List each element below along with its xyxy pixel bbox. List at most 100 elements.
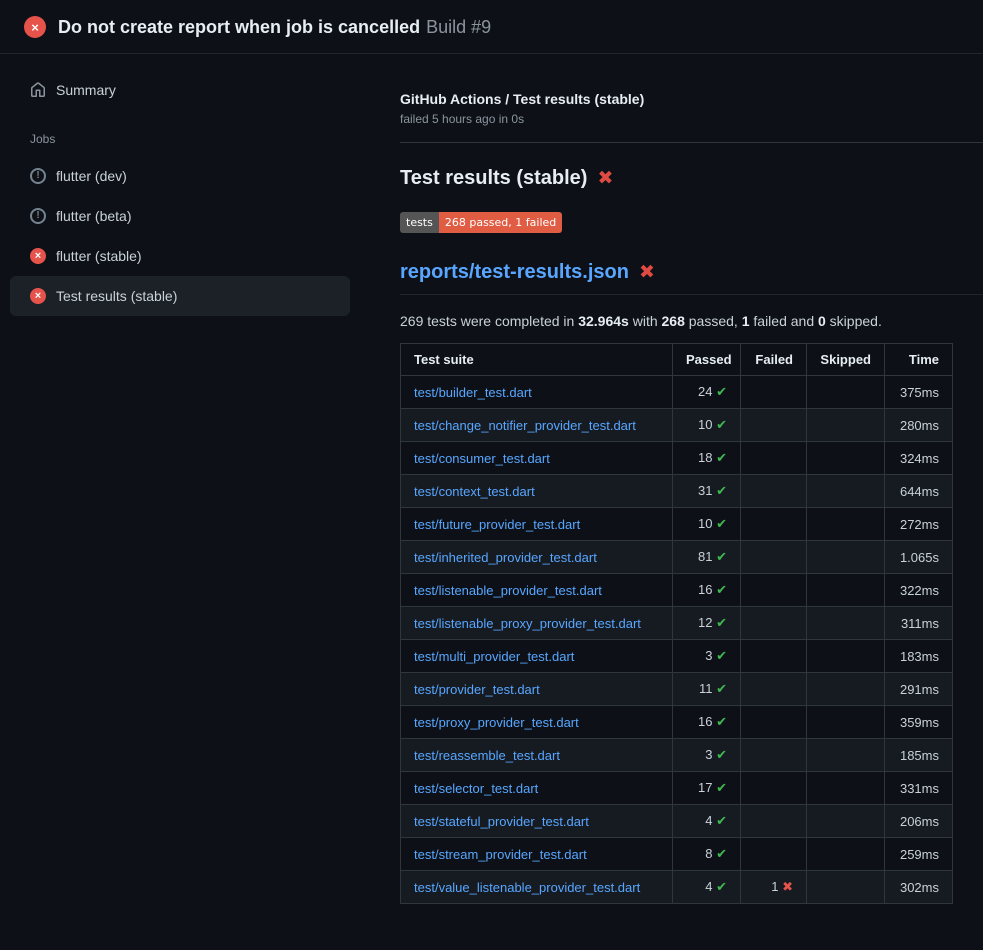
table-row: test/stream_provider_test.dart 8 ✔ 259ms <box>401 838 953 871</box>
test-suite-link[interactable]: test/stateful_provider_test.dart <box>414 814 589 829</box>
check-icon: ✔ <box>716 582 727 597</box>
main-content: GitHub Actions / Test results (stable) f… <box>360 54 983 904</box>
skipped-cell <box>807 706 885 739</box>
check-icon: ✔ <box>716 417 727 432</box>
time-cell: 322ms <box>885 574 953 607</box>
table-row: test/multi_provider_test.dart3 ✔183ms <box>401 640 953 673</box>
skipped-cell <box>807 838 885 871</box>
section-heading: Test results (stable) ✖ <box>400 167 983 190</box>
skipped-cell <box>807 673 885 706</box>
test-suite-link[interactable]: test/inherited_provider_test.dart <box>414 550 597 565</box>
section-heading-text: Test results (stable) <box>400 167 587 190</box>
check-icon: ✔ <box>716 648 727 663</box>
table-row: test/consumer_test.dart18 ✔324ms <box>401 442 953 475</box>
column-header-skipped: Skipped <box>807 344 885 376</box>
time-cell: 280ms <box>885 409 953 442</box>
passed-count: 18 <box>698 450 712 465</box>
passed-count: 11 <box>699 681 713 696</box>
sidebar-item-flutter-stable[interactable]: ×flutter (stable) <box>10 236 350 276</box>
alert-circle-icon: ! <box>30 208 46 224</box>
summary-skipped-count: 0 <box>818 313 826 329</box>
check-icon: ✔ <box>716 681 727 696</box>
failed-cell <box>741 772 807 805</box>
passed-cell: 12 ✔ <box>673 607 741 640</box>
table-row: test/selector_test.dart17 ✔331ms <box>401 772 953 805</box>
table-row: test/change_notifier_provider_test.dart 1… <box>401 409 953 442</box>
time-cell: 311ms <box>885 607 953 640</box>
check-icon: ✔ <box>716 384 727 399</box>
passed-cell: 24 ✔ <box>673 376 741 409</box>
failed-cell <box>741 805 807 838</box>
test-suite-link[interactable]: test/consumer_test.dart <box>414 451 550 466</box>
skipped-cell <box>807 409 885 442</box>
test-suite-link[interactable]: test/provider_test.dart <box>414 682 540 697</box>
sidebar-item-test-results-stable[interactable]: ×Test results (stable) <box>10 276 350 316</box>
table-header-row: Test suite Passed Failed Skipped Time <box>401 344 953 376</box>
passed-count: 10 <box>698 417 712 432</box>
test-suite-link[interactable]: test/reassemble_test.dart <box>414 748 560 763</box>
sidebar-item-flutter-dev[interactable]: !flutter (dev) <box>10 156 350 196</box>
passed-cell: 8 ✔ <box>673 838 741 871</box>
test-suite-cell: test/future_provider_test.dart <box>401 508 673 541</box>
test-suite-link[interactable]: test/context_test.dart <box>414 484 535 499</box>
time-cell: 259ms <box>885 838 953 871</box>
sidebar-item-label: flutter (dev) <box>56 168 127 184</box>
test-suite-link[interactable]: test/proxy_provider_test.dart <box>414 715 579 730</box>
column-header-passed: Passed <box>673 344 741 376</box>
run-title-text: Do not create report when job is cancell… <box>58 17 420 37</box>
test-suite-link[interactable]: test/selector_test.dart <box>414 781 538 796</box>
report-file-link[interactable]: reports/test-results.json <box>400 261 629 284</box>
table-row: test/proxy_provider_test.dart16 ✔359ms <box>401 706 953 739</box>
x-circle-icon: × <box>30 248 46 264</box>
jobs-list: !flutter (dev)!flutter (beta)×flutter (s… <box>10 156 350 316</box>
test-suite-link[interactable]: test/listenable_provider_test.dart <box>414 583 602 598</box>
x-circle-icon: × <box>30 288 46 304</box>
passed-cell: 3 ✔ <box>673 739 741 772</box>
passed-cell: 10 ✔ <box>673 409 741 442</box>
passed-count: 10 <box>698 516 712 531</box>
passed-count: 31 <box>698 483 712 498</box>
failed-cell <box>741 508 807 541</box>
check-icon: ✔ <box>716 450 727 465</box>
passed-count: 4 <box>705 879 712 894</box>
passed-count: 17 <box>698 780 712 795</box>
test-suite-cell: test/consumer_test.dart <box>401 442 673 475</box>
skipped-cell <box>807 541 885 574</box>
test-suite-cell: test/change_notifier_provider_test.dart <box>401 409 673 442</box>
test-suite-cell: test/provider_test.dart <box>401 673 673 706</box>
run-failed-x-circle-icon: × <box>24 16 46 38</box>
sidebar-item-flutter-beta[interactable]: !flutter (beta) <box>10 196 350 236</box>
sidebar-item-summary[interactable]: Summary <box>10 70 350 110</box>
passed-cell: 18 ✔ <box>673 442 741 475</box>
summary-text-part: skipped. <box>826 313 882 329</box>
test-suite-link[interactable]: test/stream_provider_test.dart <box>414 847 587 862</box>
test-suite-link[interactable]: test/listenable_proxy_provider_test.dart <box>414 616 641 631</box>
table-row: test/listenable_provider_test.dart16 ✔32… <box>401 574 953 607</box>
table-row: test/reassemble_test.dart3 ✔185ms <box>401 739 953 772</box>
test-suite-link[interactable]: test/builder_test.dart <box>414 385 532 400</box>
passed-cell: 4 ✔ <box>673 805 741 838</box>
skipped-cell <box>807 442 885 475</box>
results-table-body: test/builder_test.dart24 ✔375mstest/chan… <box>401 376 953 904</box>
sidebar: Summary Jobs !flutter (dev)!flutter (bet… <box>0 54 360 332</box>
test-suite-cell: test/proxy_provider_test.dart <box>401 706 673 739</box>
failed-cell <box>741 475 807 508</box>
test-suite-link[interactable]: test/multi_provider_test.dart <box>414 649 574 664</box>
test-suite-link[interactable]: test/future_provider_test.dart <box>414 517 580 532</box>
run-title: Do not create report when job is cancell… <box>58 17 491 38</box>
table-row: test/context_test.dart31 ✔644ms <box>401 475 953 508</box>
passed-cell: 81 ✔ <box>673 541 741 574</box>
test-suite-link[interactable]: test/change_notifier_provider_test.dart <box>414 418 636 433</box>
check-icon: ✔ <box>716 549 727 564</box>
test-suite-cell: test/inherited_provider_test.dart <box>401 541 673 574</box>
x-icon: ✖ <box>782 879 793 894</box>
test-suite-link[interactable]: test/value_listenable_provider_test.dart <box>414 880 640 895</box>
skipped-cell <box>807 376 885 409</box>
tests-badge: tests 268 passed, 1 failed <box>400 212 562 233</box>
test-suite-cell: test/listenable_proxy_provider_test.dart <box>401 607 673 640</box>
build-number: Build #9 <box>426 17 491 37</box>
passed-count: 12 <box>698 615 712 630</box>
column-header-failed: Failed <box>741 344 807 376</box>
badge-value: 268 passed, 1 failed <box>439 212 562 233</box>
check-icon: ✔ <box>716 879 727 894</box>
